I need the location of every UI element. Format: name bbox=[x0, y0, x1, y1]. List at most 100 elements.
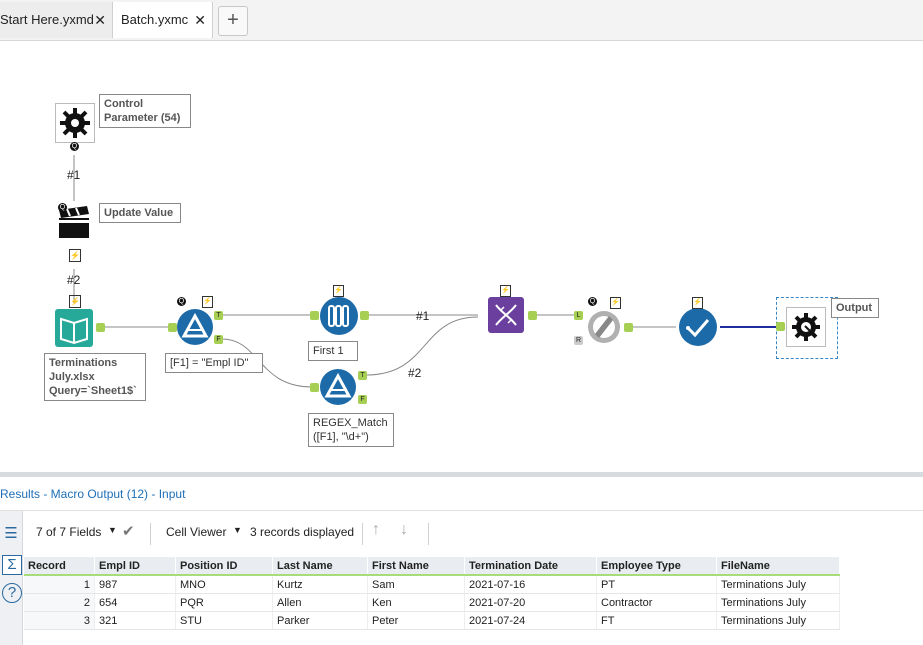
toolbar-divider bbox=[150, 523, 151, 545]
table-view-icon[interactable]: ☰ bbox=[2, 525, 20, 543]
tool-annotation: First 1 bbox=[308, 341, 358, 361]
records-displayed: 3 records displayed bbox=[250, 525, 355, 539]
table-row[interactable]: 3 321 STU Parker Peter 2021-07-24 FT Ter… bbox=[24, 611, 840, 630]
dna-icon bbox=[495, 304, 517, 326]
macro-output-tool[interactable] bbox=[786, 307, 826, 347]
lightning-anchor-icon[interactable]: ⚡ bbox=[610, 297, 621, 309]
arrow-up-icon[interactable]: ↑ bbox=[372, 521, 380, 539]
gear-icon bbox=[60, 108, 90, 138]
column-header[interactable]: Last Name bbox=[272, 557, 368, 576]
close-tab-icon[interactable]: ✕ bbox=[94, 2, 106, 38]
table-cell[interactable]: Ken bbox=[367, 593, 465, 612]
panel-splitter[interactable] bbox=[0, 472, 923, 477]
record-cell: 3 bbox=[24, 611, 95, 630]
connection-label: #1 bbox=[67, 168, 81, 182]
tab-batch[interactable]: Batch.yxmc ✕ bbox=[113, 2, 213, 38]
table-cell[interactable]: STU bbox=[175, 611, 273, 630]
workflow-canvas[interactable]: Control Parameter (54) Q #1 Q Update Val… bbox=[0, 41, 923, 471]
tab-bar: Start Here.yxmd ✕ Batch.yxmc ✕ + bbox=[0, 0, 923, 41]
input-anchor[interactable] bbox=[310, 311, 319, 320]
record-cell: 1 bbox=[24, 575, 95, 594]
arrow-down-icon[interactable]: ↓ bbox=[400, 521, 408, 539]
lightning-anchor-icon[interactable]: ⚡ bbox=[692, 297, 703, 309]
column-header[interactable]: First Name bbox=[367, 557, 465, 576]
cell-viewer-selector[interactable]: Cell Viewer bbox=[166, 525, 226, 539]
column-header[interactable]: FileName bbox=[716, 557, 840, 576]
q-anchor[interactable]: Q bbox=[70, 142, 79, 151]
table-cell[interactable]: 321 bbox=[94, 611, 176, 630]
column-header[interactable]: Employee Type bbox=[596, 557, 717, 576]
output-anchor[interactable] bbox=[528, 311, 537, 320]
q-anchor[interactable]: Q bbox=[588, 297, 597, 306]
input-anchor[interactable] bbox=[168, 323, 177, 332]
table-cell[interactable]: Terminations July bbox=[716, 575, 840, 594]
table-cell[interactable]: 2021-07-16 bbox=[464, 575, 597, 594]
table-cell[interactable]: Parker bbox=[272, 611, 368, 630]
true-anchor[interactable]: T bbox=[358, 371, 367, 380]
tool-annotation: [F1] = "Empl ID" bbox=[165, 353, 263, 373]
table-cell[interactable]: Allen bbox=[272, 593, 368, 612]
q-anchor[interactable]: Q bbox=[177, 297, 186, 306]
lightning-anchor-icon[interactable]: ⚡ bbox=[500, 285, 511, 297]
toolbar-divider bbox=[362, 523, 363, 545]
q-anchor[interactable]: Q bbox=[58, 203, 67, 212]
tool-annotation: Terminations July.xlsx Query=`Sheet1$` bbox=[44, 353, 146, 401]
lightning-anchor-icon[interactable]: ⚡ bbox=[202, 296, 213, 308]
add-tab-button[interactable]: + bbox=[218, 6, 248, 36]
output-anchor[interactable] bbox=[360, 311, 369, 320]
select-tool[interactable] bbox=[679, 308, 717, 346]
sigma-icon[interactable]: Σ bbox=[2, 555, 22, 575]
output-anchor[interactable] bbox=[96, 323, 105, 332]
fields-selector[interactable]: 7 of 7 Fields bbox=[36, 525, 101, 539]
table-cell[interactable]: Kurtz bbox=[272, 575, 368, 594]
union-tool[interactable] bbox=[488, 297, 524, 333]
filter-triangle-icon bbox=[181, 312, 209, 338]
tab-start-here[interactable]: Start Here.yxmd ✕ bbox=[0, 2, 113, 38]
table-cell[interactable]: Terminations July bbox=[716, 611, 840, 630]
table-cell[interactable]: 2021-07-24 bbox=[464, 611, 597, 630]
table-cell[interactable]: Terminations July bbox=[716, 593, 840, 612]
control-parameter-tool[interactable] bbox=[55, 103, 95, 143]
tool-annotation: Output bbox=[831, 298, 879, 318]
table-cell[interactable]: 987 bbox=[94, 575, 176, 594]
tool-annotation: Control Parameter (54) bbox=[99, 94, 191, 128]
input-anchor[interactable] bbox=[310, 383, 319, 392]
table-cell[interactable]: PT bbox=[596, 575, 717, 594]
true-anchor[interactable]: T bbox=[214, 311, 223, 320]
lightning-anchor-icon[interactable]: ⚡ bbox=[333, 285, 344, 297]
help-icon[interactable]: ? bbox=[2, 583, 22, 603]
sample-tool[interactable] bbox=[320, 297, 358, 335]
filter-tool[interactable] bbox=[177, 309, 213, 345]
lightning-anchor-icon[interactable]: ⚡ bbox=[69, 249, 81, 262]
close-tab-icon[interactable]: ✕ bbox=[194, 2, 206, 38]
chevron-down-icon[interactable]: ▼ bbox=[233, 525, 242, 535]
table-cell[interactable]: Sam bbox=[367, 575, 465, 594]
table-cell[interactable]: 654 bbox=[94, 593, 176, 612]
table-cell[interactable]: MNO bbox=[175, 575, 273, 594]
table-cell[interactable]: Contractor bbox=[596, 593, 717, 612]
table-cell[interactable]: PQR bbox=[175, 593, 273, 612]
input-anchor[interactable] bbox=[776, 322, 785, 331]
table-cell[interactable]: FT bbox=[596, 611, 717, 630]
column-header[interactable]: Position ID bbox=[175, 557, 273, 576]
false-anchor[interactable]: F bbox=[358, 395, 367, 404]
check-icon[interactable]: ✔ bbox=[122, 522, 135, 540]
false-anchor[interactable]: F bbox=[214, 335, 223, 344]
table-cell[interactable]: 2021-07-20 bbox=[464, 593, 597, 612]
regex-filter-tool[interactable] bbox=[320, 369, 356, 405]
toolbar-divider bbox=[428, 523, 429, 545]
output-anchor[interactable] bbox=[624, 323, 633, 332]
left-anchor[interactable]: L bbox=[574, 311, 583, 320]
column-header[interactable]: Empl ID bbox=[94, 557, 176, 576]
table-row[interactable]: 2 654 PQR Allen Ken 2021-07-20 Contracto… bbox=[24, 593, 840, 612]
column-header[interactable]: Termination Date bbox=[464, 557, 597, 576]
lightning-anchor-icon[interactable]: ⚡ bbox=[69, 295, 81, 308]
table-row[interactable]: 1 987 MNO Kurtz Sam 2021-07-16 PT Termin… bbox=[24, 575, 840, 594]
table-cell[interactable]: Peter bbox=[367, 611, 465, 630]
column-header[interactable]: Record bbox=[24, 557, 95, 576]
tool-annotation: Update Value bbox=[99, 203, 181, 223]
right-anchor[interactable]: R bbox=[574, 336, 583, 345]
input-data-tool[interactable] bbox=[55, 309, 93, 347]
chevron-down-icon[interactable]: ▼ bbox=[108, 525, 117, 535]
join-tool[interactable] bbox=[585, 308, 623, 346]
